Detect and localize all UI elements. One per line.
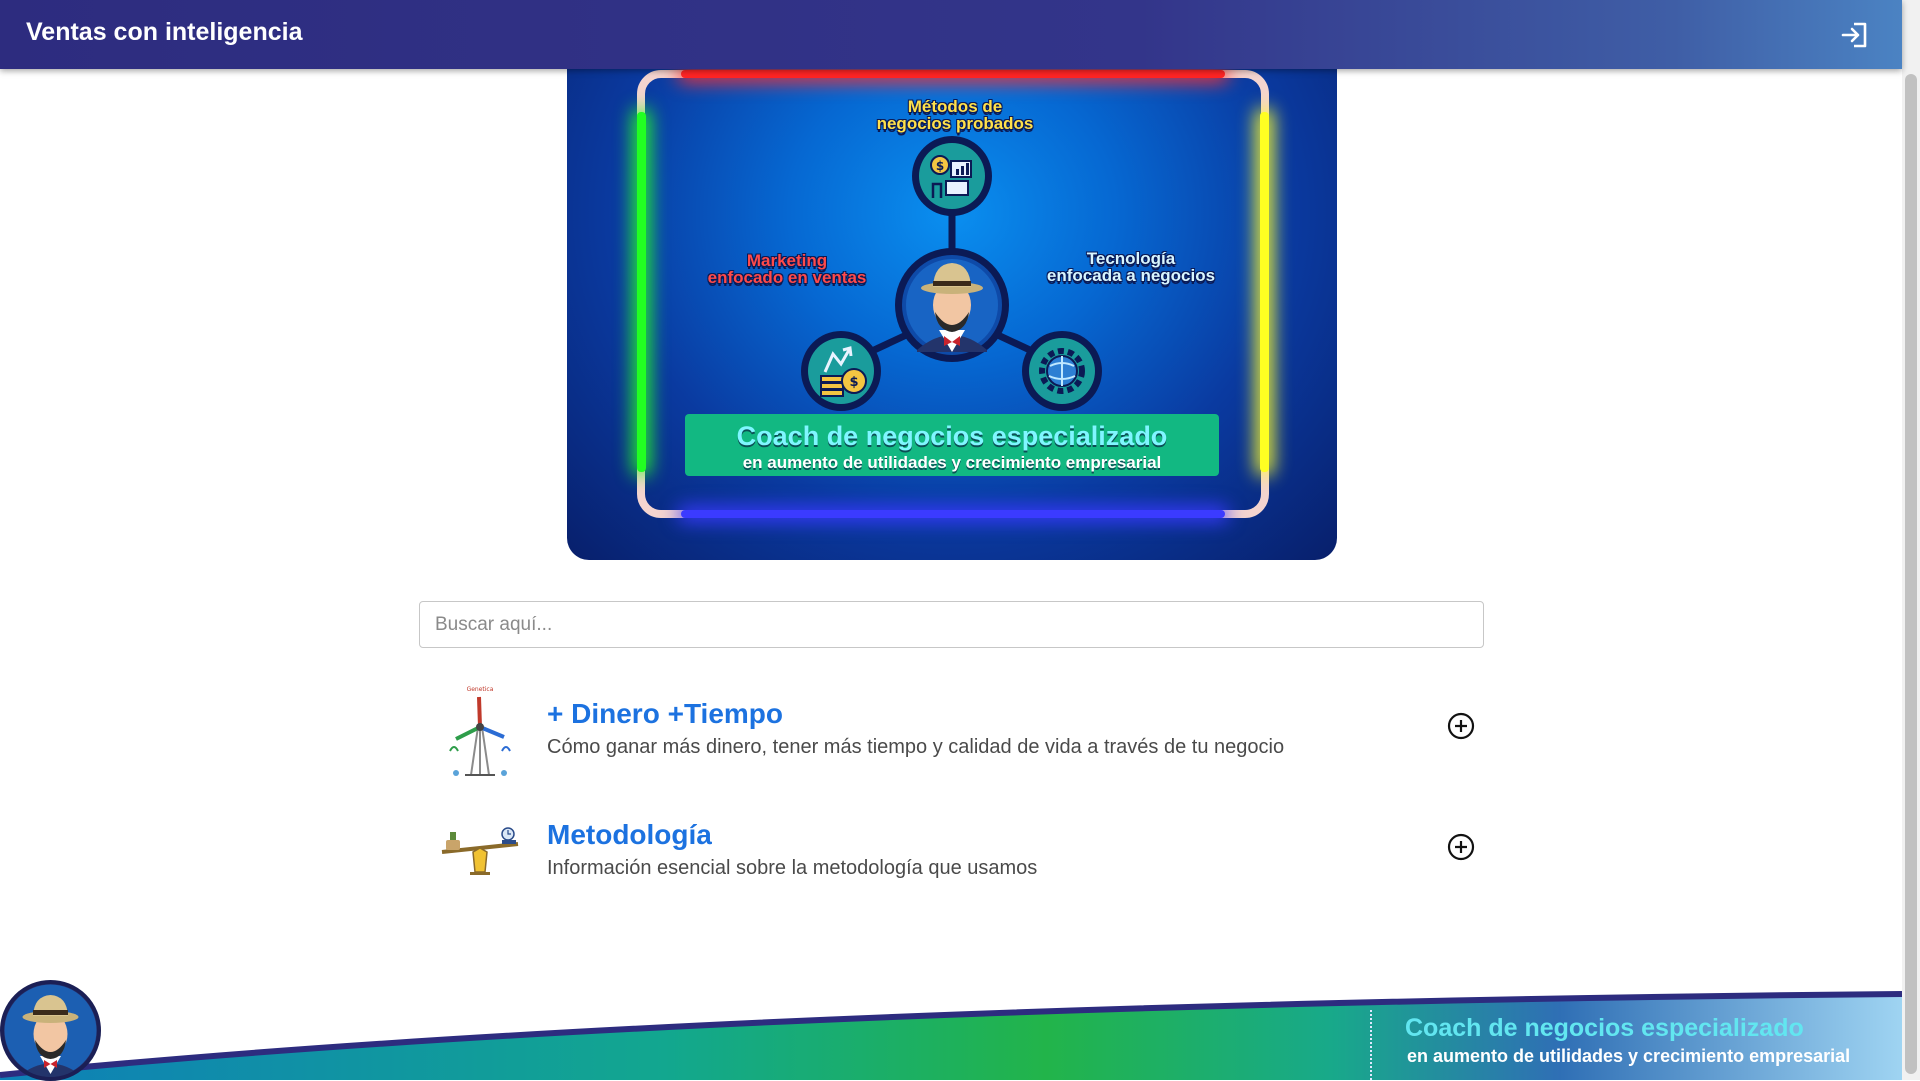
avatar — [4, 984, 97, 1077]
hero-coach-title: Coach de negocios especializado — [736, 421, 1168, 451]
svg-text:$: $ — [849, 375, 858, 390]
list-item[interactable]: Genetica + Dinero +Tiempo Cómo ganar más… — [430, 683, 1490, 783]
hero-label-marketing: Marketing enfocado en ventas — [677, 252, 897, 286]
hero-label-metodos-line1: Métodos de — [907, 97, 1003, 116]
money-growth-icon: $ — [801, 331, 881, 411]
business-methods-icon: $ — [912, 136, 992, 216]
app-title: Ventas con inteligencia — [26, 18, 303, 46]
app-bar: Ventas con inteligencia — [0, 0, 1902, 69]
footer-banner: Coach de negocios especializado en aumen… — [0, 970, 1902, 1080]
search-input[interactable] — [419, 601, 1484, 648]
balance-scale-icon — [441, 827, 519, 875]
global-tech-gear-icon — [1022, 331, 1102, 411]
footer-subtitle: en aumento de utilidades y crecimiento e… — [1407, 1046, 1851, 1066]
item-description: Cómo ganar más dinero, tener más tiempo … — [547, 736, 1285, 758]
hero-label-metodos: Métodos de negocios probados — [825, 98, 1085, 132]
coach-portrait-icon — [895, 248, 1009, 362]
item-title[interactable]: + Dinero +Tiempo — [547, 698, 783, 730]
hero-label-tecnologia-line1: Tecnología — [1086, 249, 1176, 268]
footer-title: Coach de negocios especializado — [1405, 1014, 1804, 1042]
hero-banner: $ $ Métodos de negocios probados Marketi… — [567, 0, 1337, 560]
hero-label-metodos-line2: negocios probados — [876, 114, 1034, 133]
hero-label-marketing-line1: Marketing — [746, 251, 828, 270]
page-scrollbar[interactable] — [1902, 0, 1920, 1080]
list-item[interactable]: Metodología Información esencial sobre l… — [430, 804, 1490, 904]
scrollbar-thumb[interactable] — [1905, 74, 1917, 1074]
coach-avatar-icon[interactable] — [0, 980, 101, 1081]
hero-label-tecnologia: Tecnología enfocada a negocios — [1011, 250, 1251, 284]
hero-label-tecnologia-line2: enfocada a negocios — [1046, 266, 1216, 285]
hero-coach-subtitle: en aumento de utilidades y crecimiento e… — [742, 453, 1162, 472]
svg-text:Genetica: Genetica — [467, 686, 494, 693]
footer-divider — [1370, 1010, 1372, 1080]
windmill-icon: Genetica — [449, 686, 511, 776]
plus-circle-icon[interactable] — [1446, 832, 1476, 862]
item-title[interactable]: Metodología — [547, 819, 712, 851]
svg-text:$: $ — [936, 159, 944, 173]
hero-coach-banner: Coach de negocios especializado en aumen… — [685, 414, 1219, 476]
plus-circle-icon[interactable] — [1446, 711, 1476, 741]
hero-label-marketing-line2: enfocado en ventas — [707, 268, 867, 287]
login-icon[interactable] — [1840, 20, 1870, 50]
item-description: Información esencial sobre la metodologí… — [547, 857, 1038, 879]
